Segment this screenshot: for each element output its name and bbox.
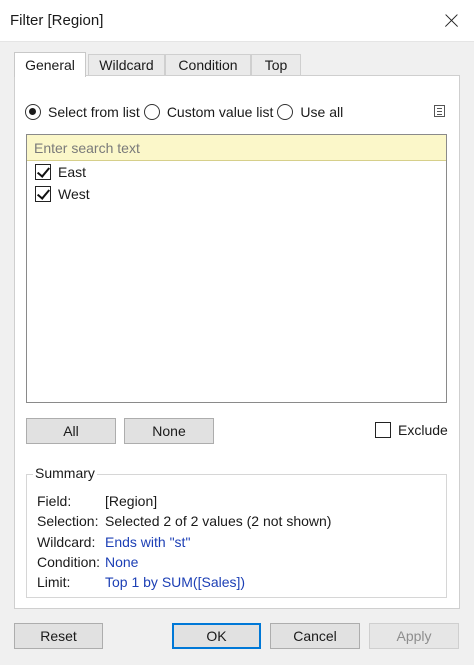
summary-link-wildcard[interactable]: Ends with "st" xyxy=(105,534,190,550)
reset-button[interactable]: Reset xyxy=(14,623,103,649)
selection-mode-group: Select from list Custom value list Use a… xyxy=(25,102,343,122)
apply-button: Apply xyxy=(369,623,459,649)
checkbox-west[interactable] xyxy=(35,186,51,202)
list-item[interactable]: West xyxy=(27,183,446,205)
list-menu-icon[interactable] xyxy=(434,105,445,117)
radio-label-select-from-list: Select from list xyxy=(48,104,140,120)
summary-link-limit[interactable]: Top 1 by SUM([Sales]) xyxy=(105,574,245,590)
summary-value: [Region] xyxy=(105,493,158,509)
list-item-label: West xyxy=(58,186,90,202)
close-icon[interactable] xyxy=(436,6,466,36)
summary-key: Wildcard: xyxy=(37,534,96,550)
radio-label-use-all: Use all xyxy=(300,104,344,120)
summary-value: Selected 2 of 2 values (2 not shown) xyxy=(105,513,332,529)
summary-heading: Summary xyxy=(33,465,97,481)
none-button[interactable]: None xyxy=(124,418,214,444)
general-panel: Select from list Custom value list Use a… xyxy=(14,75,460,609)
list-item-label: East xyxy=(58,164,87,180)
summary-key: Condition: xyxy=(37,554,101,570)
summary-key: Field: xyxy=(37,493,72,509)
list-item[interactable]: East xyxy=(27,161,446,183)
window-title: Filter [Region] xyxy=(10,12,104,29)
summary-row-field: Field: [Region] xyxy=(37,493,157,509)
all-button[interactable]: All xyxy=(26,418,116,444)
tab-top[interactable]: Top xyxy=(251,54,301,76)
exclude-option[interactable]: Exclude xyxy=(375,422,448,438)
exclude-label: Exclude xyxy=(398,422,448,438)
summary-row-wildcard: Wildcard: Ends with "st" xyxy=(37,534,190,550)
summary-link-condition[interactable]: None xyxy=(105,554,138,570)
tab-general[interactable]: General xyxy=(14,52,86,77)
summary-row-condition: Condition: None xyxy=(37,554,138,570)
tab-condition[interactable]: Condition xyxy=(165,54,251,76)
search-input[interactable] xyxy=(27,135,446,161)
ok-button[interactable]: OK xyxy=(172,623,261,649)
cancel-button[interactable]: Cancel xyxy=(270,623,360,649)
summary-row-limit: Limit: Top 1 by SUM([Sales]) xyxy=(37,574,245,590)
summary-row-selection: Selection: Selected 2 of 2 values (2 not … xyxy=(37,513,331,529)
title-bar: Filter [Region] xyxy=(0,0,474,42)
radio-select-from-list[interactable] xyxy=(25,104,41,120)
tab-wildcard[interactable]: Wildcard xyxy=(88,54,165,76)
exclude-checkbox[interactable] xyxy=(375,422,391,438)
radio-custom-value-list[interactable] xyxy=(143,104,160,120)
radio-use-all[interactable] xyxy=(277,104,294,120)
radio-label-custom-value-list: Custom value list xyxy=(166,104,274,120)
checkbox-east[interactable] xyxy=(35,164,51,180)
value-list: East West xyxy=(26,134,447,403)
summary-key: Limit: xyxy=(37,574,71,590)
summary-key: Selection: xyxy=(37,513,99,529)
summary-box: Summary Field: [Region] Selection: Selecte… xyxy=(26,465,447,598)
